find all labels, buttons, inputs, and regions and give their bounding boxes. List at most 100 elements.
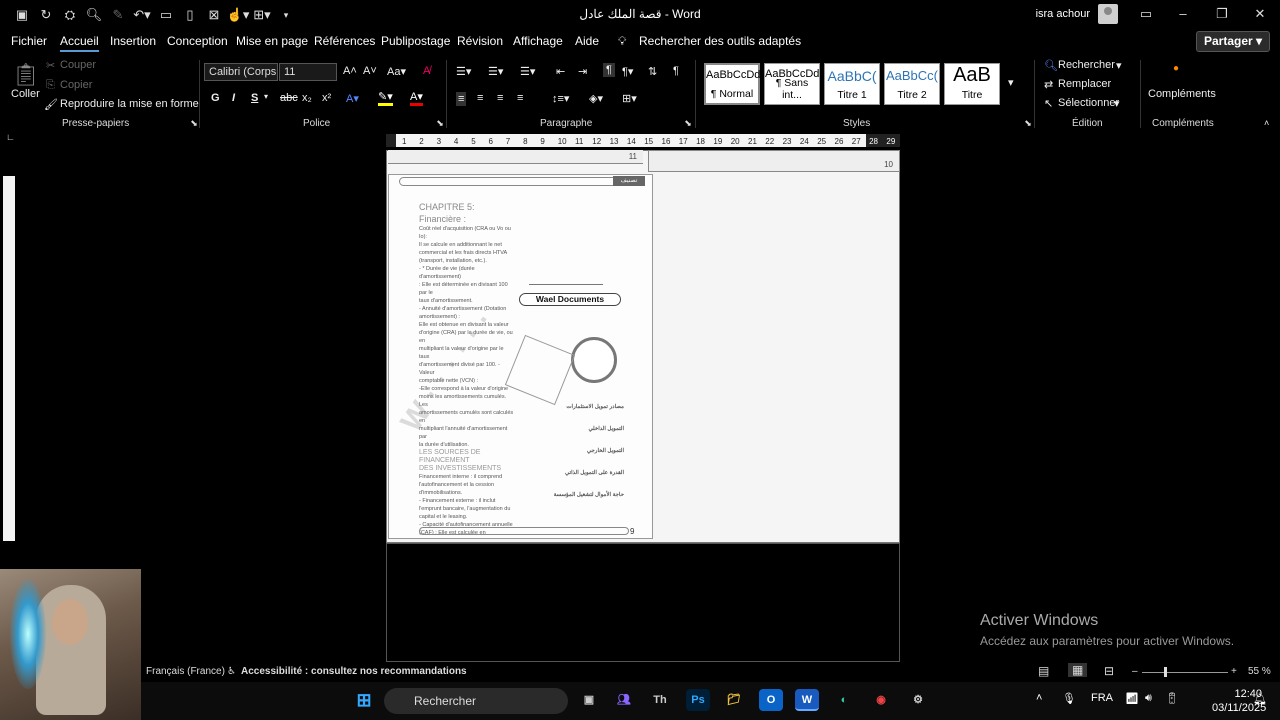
tab-home[interactable]: Accueil — [60, 34, 99, 52]
addins-button[interactable]: Compléments — [1148, 88, 1216, 100]
underline-button[interactable]: S — [251, 92, 258, 104]
wifi-icon[interactable]: 📶︎ — [1125, 692, 1139, 705]
highlight-icon[interactable]: ✎▾ — [378, 90, 393, 106]
replace-button[interactable]: Remplacer — [1058, 78, 1111, 90]
zoom-out-icon[interactable]: – — [1132, 666, 1138, 677]
paste-button[interactable]: Coller — [11, 88, 40, 100]
font-size-combo[interactable]: 11 — [279, 63, 337, 81]
style-no-spacing[interactable]: AaBbCcDd ¶ Sans int... — [764, 63, 820, 105]
share-button[interactable]: Partager ▾ — [1196, 31, 1270, 52]
style-heading-1[interactable]: AaBbC( Titre 1 — [824, 63, 880, 105]
tab-help[interactable]: Aide — [575, 34, 599, 48]
input-language[interactable]: FRA — [1091, 692, 1113, 704]
restore-icon[interactable]: ❐ — [1211, 4, 1233, 24]
select-button[interactable]: Sélectionner — [1058, 97, 1119, 109]
tray-overflow-icon[interactable]: ˄ — [1036, 692, 1042, 704]
task-view-icon[interactable]: ▣ — [577, 689, 601, 711]
style-title[interactable]: AaB Titre — [944, 63, 1000, 105]
addins-icon[interactable]: ● — [1173, 63, 1179, 74]
text-effects-icon[interactable]: A▾ — [346, 92, 359, 105]
close-icon[interactable]: ✕ — [1249, 4, 1271, 24]
vertical-ruler[interactable] — [3, 176, 15, 541]
accessibility-icon[interactable]: ♿︎ — [227, 666, 236, 677]
outlook-icon[interactable]: O — [759, 689, 783, 711]
volume-icon[interactable]: 🔊︎ — [1145, 692, 1152, 705]
superscript-icon[interactable]: x² — [322, 92, 331, 104]
tab-design[interactable]: Conception — [167, 34, 228, 48]
tab-layout[interactable]: Mise en page — [236, 34, 308, 48]
paragraph-launcher-icon[interactable]: ⬊ — [680, 118, 696, 129]
tab-review[interactable]: Révision — [457, 34, 503, 48]
find-dropdown-icon[interactable]: ▾ — [1116, 59, 1122, 72]
paste-icon[interactable]: 📋︎ — [12, 62, 40, 88]
cut-icon[interactable]: ✂ — [46, 59, 55, 72]
justify-icon[interactable]: ≡ — [517, 92, 523, 104]
tab-mailings[interactable]: Publipostage — [381, 34, 450, 48]
accessibility-status[interactable]: Accessibilité : consultez nos recommanda… — [241, 666, 467, 677]
format-painter-icon[interactable]: 🖌︎ — [44, 98, 58, 111]
strikethrough-icon[interactable]: abc — [280, 92, 298, 104]
language-status[interactable]: Français (France) — [146, 666, 225, 677]
decrease-indent-icon[interactable]: ⇤ — [556, 65, 565, 78]
change-case-icon[interactable]: Aa▾ — [387, 65, 406, 78]
microphone-icon[interactable]: 🎙︎ — [1062, 692, 1076, 705]
font-color-icon[interactable]: A▾ — [410, 90, 423, 106]
italic-button[interactable]: I — [232, 92, 235, 104]
borders-icon[interactable]: ⊞▾ — [622, 92, 637, 105]
format-painter-button[interactable]: Reproduire la mise en forme — [60, 98, 199, 110]
taskbar-search[interactable]: Rechercher — [384, 688, 568, 714]
user-name[interactable]: isra achour — [1036, 8, 1090, 20]
word-icon[interactable]: W — [795, 689, 819, 711]
zoom-in-icon[interactable]: + — [1231, 666, 1237, 677]
bullets-icon[interactable]: ☰▾ — [456, 65, 471, 78]
sort-icon[interactable]: ⇅ — [648, 65, 657, 78]
select-icon[interactable]: ↖ — [1044, 97, 1053, 110]
align-left-icon[interactable]: ≡ — [456, 92, 467, 106]
cut-button[interactable]: Couper — [60, 59, 96, 71]
font-name-combo[interactable]: Calibri (Corps — [204, 63, 278, 81]
avatar[interactable] — [1098, 4, 1118, 24]
find-button[interactable]: Rechercher — [1058, 59, 1115, 71]
rtl-icon[interactable]: ¶▾ — [622, 65, 633, 78]
tab-file[interactable]: Fichier — [11, 34, 47, 48]
subscript-icon[interactable]: x₂ — [302, 92, 312, 104]
horizontal-ruler[interactable]: 1 2 3 4 5 6 7 8 9 10 11 12 13 14 15 16 17 18 19 20 21 22 23 24 2… — [386, 134, 900, 147]
tab-insert[interactable]: Insertion — [110, 34, 156, 48]
file-explorer-icon[interactable]: 📁︎ — [722, 689, 746, 711]
shrink-font-icon[interactable]: A˅ — [363, 65, 377, 77]
battery-icon[interactable]: 🔋︎ — [1165, 692, 1179, 705]
tab-stop-selector-icon[interactable]: ∟ — [6, 132, 15, 142]
styles-more-icon[interactable]: ▾ — [1008, 76, 1014, 89]
increase-indent-icon[interactable]: ⇥ — [578, 65, 587, 78]
th-app-icon[interactable]: Th — [648, 689, 672, 711]
start-icon[interactable]: ⊞ — [352, 689, 376, 711]
teams-icon[interactable]: 👥︎ — [612, 689, 636, 711]
grow-font-icon[interactable]: A˄ — [343, 65, 357, 77]
align-center-icon[interactable]: ≡ — [477, 92, 483, 104]
replace-icon[interactable]: ⇄ — [1044, 78, 1053, 91]
minimize-icon[interactable]: – — [1172, 4, 1194, 24]
style-heading-2[interactable]: AaBbCc( Titre 2 — [884, 63, 940, 105]
zoom-slider-thumb[interactable] — [1164, 667, 1167, 677]
numbering-icon[interactable]: ☰▾ — [488, 65, 503, 78]
copy-button[interactable]: Copier — [60, 79, 92, 91]
edge-icon[interactable]: ◐ — [832, 689, 856, 711]
ltr-icon[interactable]: ¶ — [603, 63, 615, 77]
underline-dropdown-icon[interactable]: ▾ — [264, 92, 268, 101]
show-marks-icon[interactable]: ¶ — [673, 65, 679, 77]
select-dropdown-icon[interactable]: ▾ — [1114, 97, 1120, 110]
shading-icon[interactable]: ◈▾ — [589, 92, 603, 105]
bold-button[interactable]: G — [211, 92, 220, 104]
ribbon-display-icon[interactable]: ▭ — [1135, 4, 1157, 24]
tab-view[interactable]: Affichage — [513, 34, 563, 48]
chrome-icon[interactable]: ◉ — [869, 689, 893, 711]
zoom-level[interactable]: 55 % — [1248, 666, 1271, 677]
read-mode-icon[interactable]: ▤ — [1038, 664, 1049, 678]
notifications-icon[interactable]: 🔔︎ — [1253, 692, 1267, 705]
web-layout-icon[interactable]: ⊟ — [1104, 664, 1114, 678]
style-normal[interactable]: AaBbCcDd ¶ Normal — [704, 63, 760, 105]
zoom-slider[interactable] — [1142, 672, 1228, 673]
tell-me-search[interactable]: Rechercher des outils adaptés — [639, 34, 801, 48]
line-spacing-icon[interactable]: ↕≡▾ — [552, 92, 569, 105]
find-icon[interactable]: 🔍︎ — [1044, 59, 1058, 72]
